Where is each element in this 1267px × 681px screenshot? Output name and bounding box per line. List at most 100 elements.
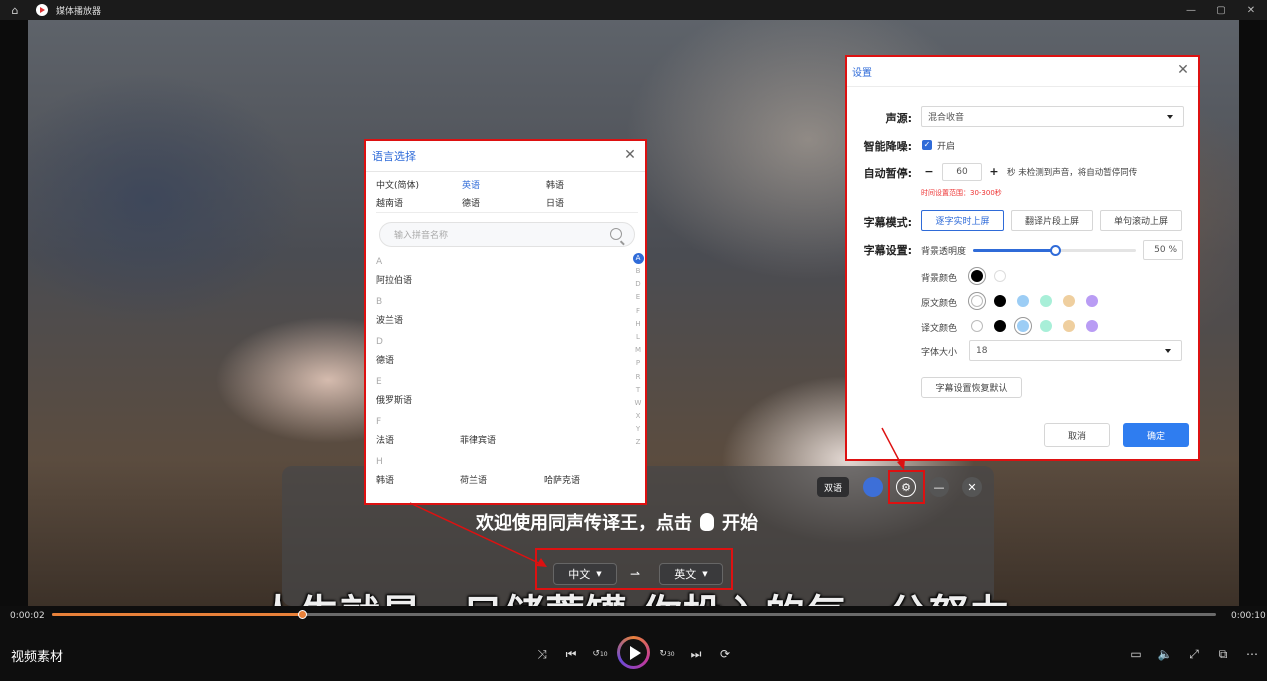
maximize-button[interactable]: ▢ [1206,0,1236,20]
language-item[interactable]: 阿拉伯语 [376,273,412,286]
opacity-value: 50 [1154,245,1166,255]
progress-fill [52,613,303,616]
home-icon[interactable]: ⌂ [8,4,22,17]
more-options-icon[interactable]: ⋯ [1242,644,1262,664]
mode-scroll-button[interactable]: 单句滚动上屏 [1100,210,1182,231]
mic-status-icon[interactable] [863,477,883,497]
color-swatch[interactable] [1040,320,1052,332]
alphabet-index[interactable]: ABDEFHLMPRTWXYZ [632,252,644,450]
shuffle-icon[interactable]: ⤨ [532,644,552,664]
bilingual-button[interactable]: 双语 [817,477,849,497]
index-letter[interactable]: H [632,318,644,331]
bg-color-white-swatch[interactable] [994,270,1006,282]
skip-forward-icon[interactable]: ↻ 30 [657,644,677,664]
close-icon[interactable]: ✕ [623,148,637,162]
search-icon[interactable] [610,228,622,240]
common-language-item[interactable]: 日语 [546,196,564,209]
play-button[interactable] [617,636,650,669]
index-letter[interactable]: M [632,344,644,357]
color-swatch[interactable] [1017,320,1029,332]
previous-icon[interactable]: ⏮ [561,644,581,664]
repeat-off-icon[interactable]: ⟳ [715,644,735,664]
chevron-down-icon: ▼ [596,570,602,578]
minimize-panel-icon[interactable]: — [929,477,949,497]
reset-subtitle-button[interactable]: 字幕设置恢复默认 [921,377,1022,398]
media-player-window: ⌂ 媒体播放器 — ▢ ✕ 双语 ⚙ — ✕ 欢迎使用同声传译王，点击 开始 中… [0,0,1267,681]
increment-button[interactable]: + [987,165,1001,179]
microphone-icon[interactable] [700,513,714,531]
opacity-slider-handle[interactable] [1049,245,1061,256]
color-swatch[interactable] [1017,295,1029,307]
common-language-item[interactable]: 德语 [462,196,480,209]
language-dialog-header: 语言选择 ✕ [366,141,645,172]
language-search-input[interactable]: 输入拼音名称 [379,222,635,247]
index-letter[interactable]: A [632,253,644,264]
language-list[interactable]: A 阿拉伯语 B 波兰语 D 德语 E 俄罗斯语 F 法语 菲律宾语 H 韩语 荷兰语 哈萨克语 [376,253,626,503]
close-window-button[interactable]: ✕ [1236,0,1266,20]
common-language-item[interactable]: 中文(简体) [376,178,419,191]
language-item[interactable]: 法语 [376,433,394,446]
language-item[interactable]: 俄罗斯语 [376,393,412,406]
bg-color-label: 背景颜色 [921,274,958,284]
color-swatch[interactable] [994,295,1006,307]
mode-realtime-button[interactable]: 逐字实时上屏 [921,210,1004,231]
language-item[interactable]: 菲律宾语 [460,433,496,446]
index-letter[interactable]: D [632,278,644,291]
index-letter[interactable]: Z [632,436,644,449]
index-letter[interactable]: P [632,357,644,370]
progress-bar[interactable] [52,610,1216,619]
color-swatch[interactable] [1086,295,1098,307]
title-bar: ⌂ 媒体播放器 — ▢ ✕ [0,0,1267,20]
volume-icon[interactable]: 🔈 [1155,644,1175,664]
color-swatch[interactable] [1063,295,1075,307]
opacity-input[interactable]: 50 % [1143,240,1183,260]
common-language-item[interactable]: 越南语 [376,196,403,209]
color-swatch[interactable] [1063,320,1075,332]
index-letter[interactable]: R [632,371,644,384]
cancel-button[interactable]: 取消 [1044,423,1110,447]
ok-button[interactable]: 确定 [1123,423,1189,447]
autopause-input[interactable]: 60 [942,163,982,181]
index-letter[interactable]: B [632,265,644,278]
source-select[interactable]: 混合收音 [921,106,1184,127]
language-item[interactable]: 波兰语 [376,313,403,326]
opacity-slider[interactable] [973,245,1136,256]
index-letter[interactable]: T [632,384,644,397]
skip-back-icon[interactable]: ↺ 10 [590,644,610,664]
app-logo-icon [36,4,48,16]
color-swatch[interactable] [1040,295,1052,307]
index-letter[interactable]: F [632,305,644,318]
next-icon[interactable]: ⏭ [686,644,706,664]
color-swatch[interactable] [971,295,983,307]
index-letter[interactable]: E [632,291,644,304]
fullscreen-icon[interactable]: ⤢ [1184,644,1204,664]
bg-color-black-swatch[interactable] [971,270,983,282]
mini-player-icon[interactable]: ⧉ [1213,644,1233,664]
language-item[interactable]: 韩语 [376,473,394,486]
index-letter[interactable]: Y [632,423,644,436]
color-swatch[interactable] [1086,320,1098,332]
close-icon[interactable]: ✕ [1176,63,1190,77]
index-letter[interactable]: L [632,331,644,344]
language-item[interactable]: 哈萨克语 [544,473,580,486]
group-letter: D [376,337,383,347]
close-panel-icon[interactable]: ✕ [962,477,982,497]
skip-forward-label: 30 [666,650,675,658]
common-language-item[interactable]: 韩语 [546,178,564,191]
common-language-item[interactable]: 英语 [462,178,480,191]
color-swatch[interactable] [971,320,983,332]
settings-gear-icon[interactable]: ⚙ [896,477,916,497]
index-letter[interactable]: W [632,397,644,410]
language-item[interactable]: 德语 [376,353,394,366]
play-button-inner [620,639,647,666]
denoise-checkbox[interactable]: ✓ [922,140,932,150]
trans-color-label: 译文颜色 [921,324,958,334]
mode-segment-button[interactable]: 翻译片段上屏 [1011,210,1093,231]
subtitle-toggle-icon[interactable]: ▭ [1126,644,1146,664]
decrement-button[interactable]: − [922,165,936,179]
font-size-select[interactable]: 18 [969,340,1182,361]
minimize-button[interactable]: — [1176,0,1206,20]
color-swatch[interactable] [994,320,1006,332]
index-letter[interactable]: X [632,410,644,423]
language-item[interactable]: 荷兰语 [460,473,487,486]
